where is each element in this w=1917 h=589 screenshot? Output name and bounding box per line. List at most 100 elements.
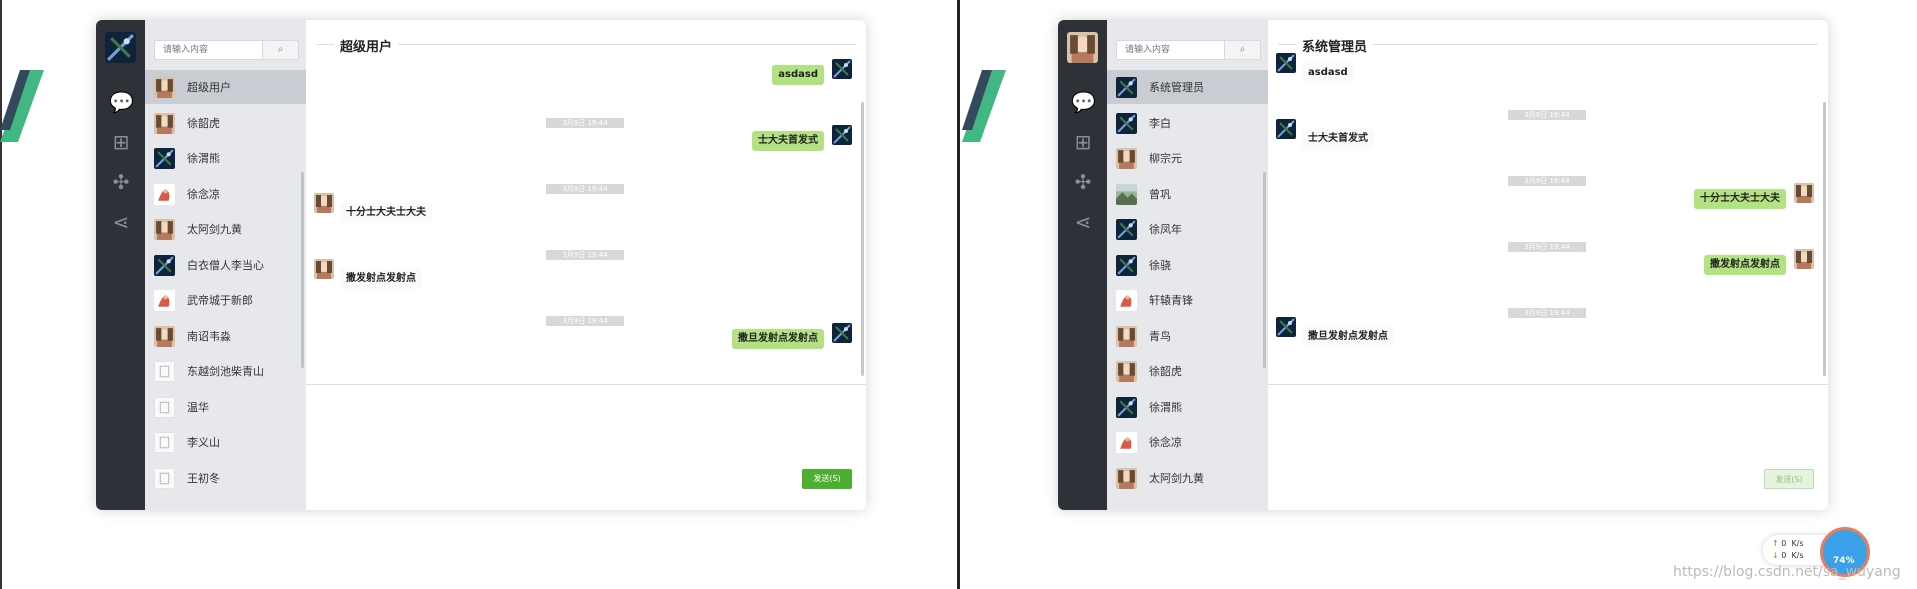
my-message-bubble[interactable]: asdasd [772,65,824,85]
message-avatar [314,259,334,279]
other-message-bubble[interactable]: 士大夫首发式 [1302,129,1374,149]
send-button[interactable]: 发送(S) [802,469,852,489]
contact-item[interactable]: 徐骁 [1107,248,1268,282]
contact-avatar [1116,467,1137,489]
contact-item[interactable]: 王初冬 [145,461,306,495]
nav-rail: 💬 ⊞ ✣ ⋖ [1058,20,1107,510]
windows-icon[interactable]: ⊞ [1071,130,1095,154]
contact-avatar [154,219,175,240]
contact-item[interactable]: 轩辕青锋 [1107,283,1268,317]
contact-item[interactable]: 李白 [1107,106,1268,140]
search-box: ⌕ [1116,40,1261,60]
contact-name: 东越剑池柴青山 [187,365,264,378]
search-icon[interactable]: ⌕ [1224,41,1260,59]
search-icon[interactable]: ⌕ [262,41,298,59]
send-button[interactable]: 发送(S) [1764,469,1814,489]
chat-title: 系统管理员 [1296,36,1374,55]
share-icon[interactable]: ⋖ [1071,210,1095,234]
contact-item[interactable]: 太阿剑九黄 [145,212,306,246]
contact-item[interactable]: 东越剑池柴青山 [145,354,306,388]
contact-name: 白衣僧人李当心 [187,258,264,272]
chat-window-right: 💬 ⊞ ✣ ⋖ ⌕ 系统管理员李白柳宗元曾巩徐凤年徐骁轩辕青锋青鸟徐韶虎徐渭熊徐念凉太阿剑… [962,0,1917,589]
contact-avatar [154,290,175,311]
my-message-bubble[interactable]: 撒发射点发射点 [1704,255,1786,275]
search-box: ⌕ [154,40,299,60]
contact-item[interactable]: 柳宗元 [1107,141,1268,175]
contact-list-scrollbar[interactable] [301,172,304,368]
message-timestamp: 3月9日 19:44 [1508,308,1586,318]
contact-avatar [1116,396,1137,418]
message-avatar [832,125,852,145]
contact-list-scrollbar[interactable] [1263,172,1266,368]
contact-item[interactable]: 徐念凉 [1107,425,1268,459]
contact-item[interactable]: 白衣僧人李当心 [145,248,306,282]
contact-name: 武帝城于新郎 [187,294,253,307]
contact-name: 李义山 [187,436,220,449]
other-message-bubble[interactable]: 十分士大夫士大夫 [340,203,432,223]
contact-item[interactable]: 超级用户 [145,70,306,104]
my-message-bubble[interactable]: 撒旦发射点发射点 [732,329,824,349]
message-timestamp: 3月9日 19:44 [546,118,624,128]
my-avatar[interactable] [105,32,136,63]
message-avatar [1276,119,1296,139]
contact-avatar [154,396,175,418]
contact-item[interactable]: 曾巩 [1107,177,1268,211]
contact-name: 徐念凉 [187,187,220,201]
contact-avatar [154,325,175,347]
wechat-icon[interactable]: 💬 [1071,90,1096,114]
contact-avatar [154,183,175,205]
windows-icon[interactable]: ⊞ [109,130,133,154]
contact-avatar [1116,148,1137,169]
contact-item[interactable]: 南诏韦淼 [145,319,306,353]
contact-avatar [1116,219,1137,240]
download-speed: 0 [1781,551,1787,560]
contact-item[interactable]: 温华 [145,390,306,424]
message-avatar [1794,183,1814,203]
my-message-bubble[interactable]: 十分士大夫士大夫 [1694,189,1786,209]
contact-item[interactable]: 徐渭熊 [145,141,306,175]
contact-item[interactable]: 徐念凉 [145,177,306,211]
pinwheel-icon[interactable]: ✣ [1071,170,1095,194]
contact-avatar [1116,254,1137,276]
other-message-bubble[interactable]: asdasd [1302,63,1354,83]
contact-item[interactable]: 徐韶虎 [1107,354,1268,388]
other-message-bubble[interactable]: 撒发射点发射点 [340,269,422,289]
contact-item[interactable]: 武帝城于新郎 [145,283,306,317]
contact-item[interactable]: 系统管理员 [1107,70,1268,104]
my-avatar[interactable] [1067,32,1098,63]
message-input[interactable] [306,386,866,464]
other-message-bubble[interactable]: 撒旦发射点发射点 [1302,327,1394,347]
contact-avatar [154,467,175,489]
contact-item[interactable]: 徐凤年 [1107,212,1268,246]
chat-window-left: 💬 ⊞ ✣ ⋖ ⌕ 超级用户徐韶虎徐渭熊徐念凉太阿剑九黄白衣僧人李当心武帝城于新郎南诏韦淼… [0,0,955,589]
message-input[interactable] [1268,386,1828,464]
contact-name: 太阿剑九黄 [1149,471,1204,485]
contact-avatar [154,112,175,134]
contact-item[interactable]: 徐韶虎 [145,106,306,140]
vue-logo-fragment-right [962,70,1006,142]
contact-item[interactable]: 徐渭熊 [1107,390,1268,424]
upload-arrow-icon: ↑ [1772,539,1779,548]
my-message-bubble[interactable]: 士大夫首发式 [752,131,824,151]
chat-scrollbar[interactable] [1823,102,1826,376]
chat-scrollbar[interactable] [861,102,864,376]
contact-name: 南诏韦淼 [187,329,231,343]
share-icon[interactable]: ⋖ [109,210,133,234]
contact-name: 徐渭熊 [187,152,220,165]
upload-unit: K/s [1791,539,1804,548]
search-input[interactable] [155,41,265,59]
message-timestamp: 3月9日 19:44 [546,316,624,326]
wechat-icon[interactable]: 💬 [109,90,134,114]
contact-name: 太阿剑九黄 [187,223,242,236]
chat-panel: 超级用户 asdasd 3月9日 19:44 士大夫首发式 3月9日 19:44 十分士大… [306,20,866,510]
search-input[interactable] [1117,41,1227,59]
contact-item[interactable]: 青鸟 [1107,319,1268,353]
contact-avatar [154,254,175,276]
contact-name: 曾巩 [1149,187,1171,201]
pinwheel-icon[interactable]: ✣ [109,170,133,194]
contact-name: 轩辕青锋 [1149,294,1193,307]
contact-item[interactable]: 李义山 [145,425,306,459]
contact-item[interactable]: 太阿剑九黄 [1107,461,1268,495]
contact-name: 徐韶虎 [187,116,220,130]
contact-list: ⌕ 超级用户徐韶虎徐渭熊徐念凉太阿剑九黄白衣僧人李当心武帝城于新郎南诏韦淼东越剑池… [145,20,306,510]
